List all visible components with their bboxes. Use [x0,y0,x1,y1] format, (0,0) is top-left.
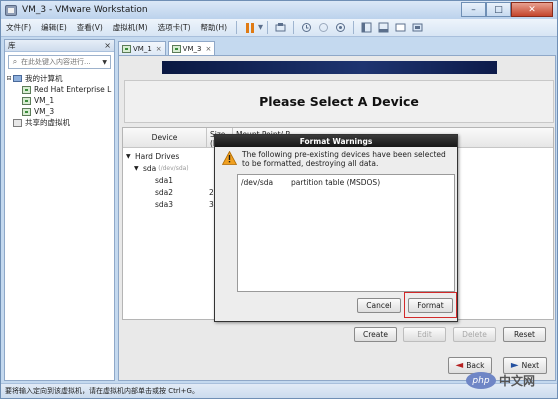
library-header: 库 × [5,40,114,52]
delete-button[interactable]: Delete [453,327,496,342]
next-label: Next [521,361,540,370]
disk-path: (/dev/sda) [158,164,189,172]
watermark-logo: php [466,372,496,389]
tab-vm-3[interactable]: VM_3 × [167,41,216,55]
tab-label: VM_3 [182,44,202,53]
site-watermark: php 中文网 [466,372,535,389]
tree-item-vm[interactable]: Red Hat Enterprise L [5,84,114,95]
menu-vm[interactable]: 虚拟机(M) [108,22,153,33]
installer-header: Please Select A Device [124,80,554,123]
menu-view[interactable]: 查看(V) [72,22,108,33]
tree-item-label: VM_1 [34,96,55,105]
unity-icon[interactable] [412,22,423,33]
search-icon: ⌕ [12,57,18,66]
edit-button[interactable]: Edit [403,327,446,342]
dialog-title: Format Warnings [215,135,457,147]
toolbar-separator [236,21,238,34]
title-bar: VM_3 - VMware Workstation – □ ✕ [1,1,557,19]
sidebar-icon[interactable] [361,22,372,33]
search-dropdown-icon[interactable]: ▼ [102,59,110,66]
vmware-window: VM_3 - VMware Workstation – □ ✕ 文件(F) 编辑… [0,0,558,399]
vm-icon [22,107,31,116]
tree-item-label: 我的计算机 [25,74,63,83]
menu-edit[interactable]: 编辑(E) [36,22,72,33]
minimize-button[interactable]: – [461,2,486,17]
partition-name: sda1 [155,175,174,185]
library-search[interactable]: ⌕ ▼ [8,55,111,69]
pause-dropdown-icon[interactable]: ▾ [258,22,263,33]
page-title: Please Select A Device [259,94,419,109]
menu-tabs[interactable]: 选项卡(T) [153,22,196,33]
list-item[interactable]: /dev/sda partition table (MSDOS) [241,178,451,187]
tree-item-vm[interactable]: VM_1 [5,95,114,106]
disk-name: sda [143,163,157,173]
menu-help[interactable]: 帮助(H) [196,22,233,33]
menu-toolbar: 文件(F) 编辑(E) 查看(V) 虚拟机(M) 选项卡(T) 帮助(H) ▾ [1,19,557,37]
send-keys-icon[interactable] [275,22,286,33]
tree-item-shared-vms[interactable]: 共享的虚拟机 [5,117,114,128]
tree-item-label: VM_3 [34,107,55,116]
fullscreen-icon[interactable] [395,22,406,33]
tab-close-icon[interactable]: × [205,45,211,53]
snapshot-icon[interactable] [301,22,312,33]
vm-icon [22,96,31,105]
expand-arrow-icon[interactable]: ▼ [126,153,135,160]
partition-name: sda3 [155,199,174,209]
back-label: Back [466,361,485,370]
library-search-input[interactable] [21,58,101,66]
vmware-app-icon [5,4,17,16]
close-button[interactable]: ✕ [511,2,553,17]
format-warnings-dialog: Format Warnings The following pre-existi… [214,134,458,322]
installer-banner [162,61,497,74]
column-device[interactable]: Device [123,128,207,147]
tree-item-my-computer[interactable]: ⊟ 我的计算机 [5,73,114,84]
manage-snapshots-icon[interactable] [335,22,346,33]
status-text: 要将输入定向到该虚拟机，请在虚拟机内部单击或按 Ctrl+G。 [5,387,199,395]
library-pane: 库 × ⌕ ▼ ⊟ 我的计算机 Red Hat Enterprise L VM_… [4,39,115,381]
toolbar-separator [293,21,295,34]
window-controls: – □ ✕ [461,2,553,17]
library-close-icon[interactable]: × [104,41,114,50]
create-button[interactable]: Create [354,327,397,342]
collapse-icon[interactable]: ⊟ [5,75,13,82]
window-title: VM_3 - VMware Workstation [22,5,148,15]
tab-close-icon[interactable]: × [156,45,162,53]
menu-file[interactable]: 文件(F) [1,22,36,33]
tree-item-label: Red Hat Enterprise L [34,85,112,94]
revert-snapshot-icon[interactable] [318,22,329,33]
expand-arrow-icon[interactable]: ▼ [134,165,143,172]
tree-item-vm[interactable]: VM_3 [5,106,114,117]
partition-name: sda2 [155,187,174,197]
device-path: /dev/sda [241,178,274,187]
format-button[interactable]: Format [408,298,453,313]
tab-label: VM_1 [133,44,152,53]
next-arrow-icon: ► [510,360,519,371]
back-arrow-icon: ◄ [455,360,464,371]
warning-icon [221,150,238,165]
reset-button[interactable]: Reset [503,327,546,342]
library-tree: ⊟ 我的计算机 Red Hat Enterprise L VM_1 VM_3 共… [5,73,114,128]
tab-vm-1[interactable]: VM_1 × [118,41,166,55]
devices-to-format-list[interactable]: /dev/sda partition table (MSDOS) [237,174,455,292]
vm-icon [22,85,31,94]
toolbar-separator [267,21,269,34]
hard-drives-label: Hard Drives [135,151,180,161]
watermark-text: 中文网 [499,374,536,388]
warning-message: The following pre-existing devices have … [242,150,446,168]
device-description: partition table (MSDOS) [291,178,381,187]
pause-icon[interactable] [244,22,255,33]
toolbar-separator [353,21,355,34]
vm-icon [171,44,181,53]
shared-vms-icon [13,118,22,127]
maximize-button[interactable]: □ [486,2,511,17]
library-title: 库 [8,41,16,50]
tree-item-label: 共享的虚拟机 [25,118,70,127]
vm-tabs: VM_1 × VM_3 × [118,41,217,55]
vm-icon [122,44,131,53]
thumbnail-icon[interactable] [378,22,389,33]
cancel-button[interactable]: Cancel [357,298,401,313]
computer-icon [13,75,22,82]
